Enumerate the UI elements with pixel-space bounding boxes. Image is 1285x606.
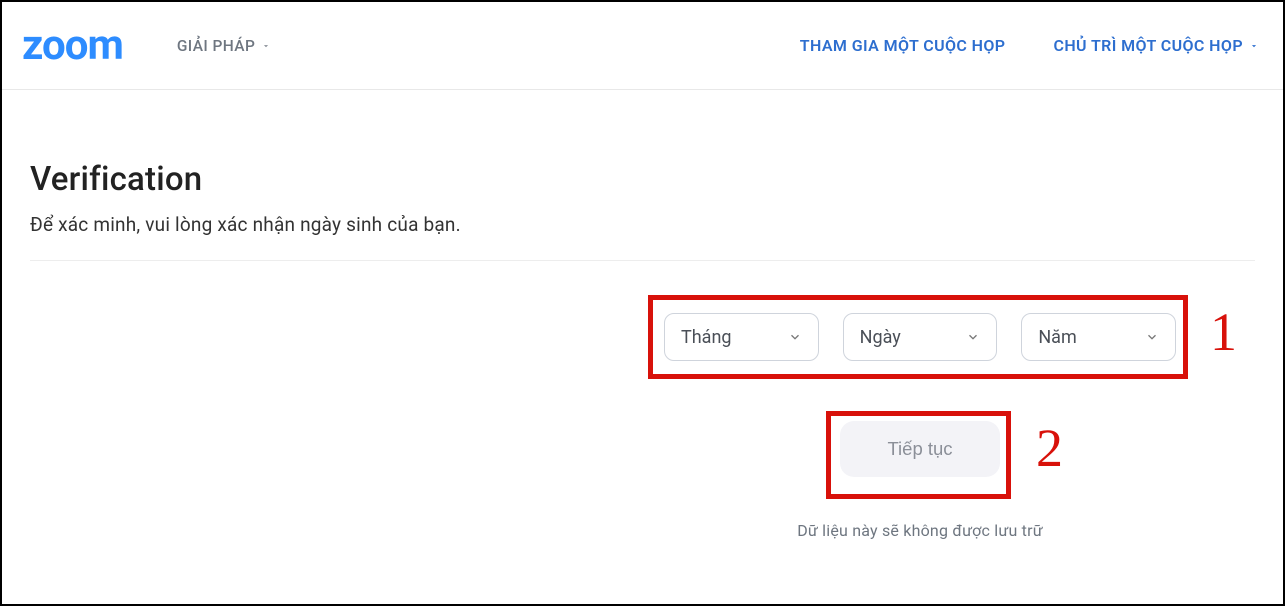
chevron-down-icon <box>1249 41 1259 51</box>
continue-button[interactable]: Tiếp tục <box>840 421 1000 477</box>
nav-right: THAM GIA MỘT CUỘC HỌP CHỦ TRÌ MỘT CUỘC H… <box>800 36 1259 55</box>
nav-host-meeting[interactable]: CHỦ TRÌ MỘT CUỘC HỌP <box>1053 36 1259 55</box>
nav-solutions[interactable]: GIẢI PHÁP <box>177 37 271 55</box>
year-select[interactable]: Năm <box>1021 313 1176 361</box>
year-select-label: Năm <box>1038 327 1076 348</box>
chevron-down-icon <box>261 41 271 51</box>
nav-join-meeting[interactable]: THAM GIA MỘT CUỘC HỌP <box>800 36 1006 55</box>
month-select-label: Tháng <box>681 327 732 348</box>
data-storage-note: Dữ liệu này sẽ không được lưu trữ <box>650 521 1190 540</box>
main-content: Verification Để xác minh, vui lòng xác n… <box>2 90 1283 540</box>
chevron-down-icon <box>1145 330 1159 344</box>
chevron-down-icon <box>966 330 980 344</box>
form-area: 1 Tháng Ngày <box>30 295 1255 540</box>
nav-host-label: CHỦ TRÌ MỘT CUỘC HỌP <box>1053 36 1243 55</box>
day-select-label: Ngày <box>860 327 901 348</box>
month-select[interactable]: Tháng <box>664 313 819 361</box>
nav-join-label: THAM GIA MỘT CUỘC HỌP <box>800 36 1006 55</box>
nav-left: GIẢI PHÁP <box>177 36 271 55</box>
divider <box>30 260 1255 261</box>
annotation-number-2: 2 <box>1036 417 1063 479</box>
page-subtitle: Để xác minh, vui lòng xác nhận ngày sinh… <box>30 213 1255 236</box>
nav-solutions-label: GIẢI PHÁP <box>177 37 255 55</box>
header: zoom GIẢI PHÁP THAM GIA MỘT CUỘC HỌP CHỦ… <box>2 2 1283 90</box>
chevron-down-icon <box>788 330 802 344</box>
day-select[interactable]: Ngày <box>843 313 998 361</box>
date-select-row: Tháng Ngày Năm <box>650 295 1190 540</box>
page-title: Verification <box>30 160 1255 199</box>
zoom-logo: zoom <box>22 25 123 67</box>
annotation-number-1: 1 <box>1210 301 1237 363</box>
